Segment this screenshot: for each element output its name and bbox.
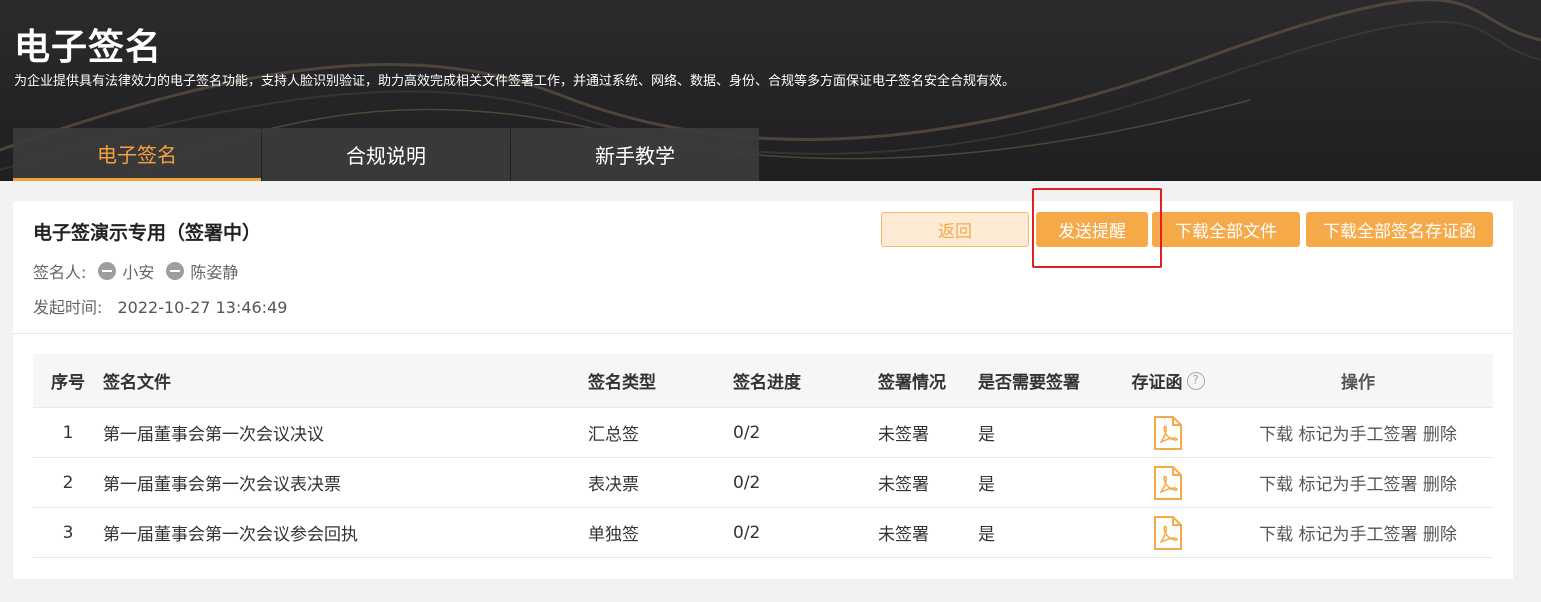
cell-no: 3	[62, 522, 74, 543]
tab-e-signature[interactable]: 电子签名	[13, 128, 261, 181]
cell-status: 未签署	[878, 475, 929, 495]
tab-bar: 电子签名 合规说明 新手教学	[13, 128, 760, 181]
divider	[13, 333, 1513, 334]
header-need-sign: 是否需要签署	[978, 373, 1080, 393]
header-status: 签署情况	[878, 373, 946, 393]
mark-manual-link[interactable]: 标记为手工签署	[1299, 475, 1418, 495]
pdf-file-icon[interactable]	[1153, 415, 1183, 450]
pdf-file-icon[interactable]	[1153, 465, 1183, 500]
cell-cert	[1113, 515, 1223, 550]
cell-type: 表决票	[588, 475, 639, 495]
document-card: 电子签演示专用（签署中） 签名人: 小安 陈姿静 发起时间: 2022-10-2…	[13, 188, 1513, 579]
signers-row: 签名人: 小安 陈姿静	[33, 259, 238, 283]
signers-label: 签名人:	[33, 263, 87, 282]
start-time-row: 发起时间: 2022-10-27 13:46:49	[33, 294, 287, 318]
cell-no: 2	[62, 472, 74, 493]
header-ops: 操作	[1341, 373, 1375, 393]
cell-status: 未签署	[878, 525, 929, 545]
signer-name: 小安	[122, 263, 155, 282]
page-title: 电子签名	[14, 27, 163, 68]
delete-link[interactable]: 删除	[1423, 525, 1457, 545]
cell-need-sign: 是	[978, 475, 995, 495]
header-progress: 签名进度	[733, 373, 801, 393]
question-circle-icon[interactable]: ?	[1186, 371, 1205, 390]
cell-need-sign: 是	[978, 525, 995, 545]
table-row: 3 第一届董事会第一次会议参会回执 单独签 0/2 未签署 是 下载 标记为手工…	[33, 508, 1493, 558]
cell-file: 第一届董事会第一次会议表决票	[103, 475, 341, 495]
cell-type: 汇总签	[588, 425, 639, 445]
header-cert-label: 存证函	[1131, 373, 1183, 393]
minus-circle-icon	[166, 262, 185, 280]
download-all-files-button[interactable]: 下载全部文件	[1152, 212, 1300, 247]
download-link[interactable]: 下载	[1259, 425, 1293, 445]
cell-ops: 下载 标记为手工签署 删除	[1223, 420, 1493, 445]
cell-ops: 下载 标记为手工签署 删除	[1223, 520, 1493, 545]
cell-no: 1	[62, 422, 74, 443]
table-header-row: 序号 签名文件 签名类型 签名进度 签署情况 是否需要签署 存证函 ? 操作	[33, 354, 1493, 408]
cell-file: 第一届董事会第一次会议参会回执	[103, 525, 358, 545]
signer-item: 小安	[98, 259, 154, 283]
delete-link[interactable]: 删除	[1423, 475, 1457, 495]
header-type: 签名类型	[588, 373, 656, 393]
download-link[interactable]: 下载	[1259, 525, 1293, 545]
download-link[interactable]: 下载	[1259, 475, 1293, 495]
cell-type: 单独签	[588, 525, 639, 545]
header-file: 签名文件	[103, 373, 171, 393]
document-title: 电子签演示专用（签署中）	[33, 222, 262, 244]
header-banner: 电子签名 为企业提供具有法律效力的电子签名功能，支持人脸识别验证，助力高效完成相…	[0, 0, 1541, 181]
start-time-label: 发起时间:	[33, 298, 103, 317]
minus-circle-icon	[98, 262, 117, 280]
mark-manual-link[interactable]: 标记为手工签署	[1299, 425, 1418, 445]
table-row: 1 第一届董事会第一次会议决议 汇总签 0/2 未签署 是 下载 标记为手工签署…	[33, 408, 1493, 458]
signer-name: 陈姿静	[190, 263, 239, 282]
tab-compliance[interactable]: 合规说明	[262, 128, 510, 181]
cell-cert	[1113, 465, 1223, 500]
back-button[interactable]: 返回	[881, 212, 1029, 247]
send-reminder-button[interactable]: 发送提醒	[1036, 212, 1148, 247]
tab-tutorial[interactable]: 新手教学	[511, 128, 759, 181]
table-row: 2 第一届董事会第一次会议表决票 表决票 0/2 未签署 是 下载 标记为手工签…	[33, 458, 1493, 508]
cell-progress: 0/2	[733, 422, 761, 443]
cell-status: 未签署	[878, 425, 929, 445]
cell-ops: 下载 标记为手工签署 删除	[1223, 470, 1493, 495]
header-cert: 存证函 ?	[1113, 368, 1223, 393]
start-time-value: 2022-10-27 13:46:49	[117, 298, 288, 317]
cell-file: 第一届董事会第一次会议决议	[103, 425, 324, 445]
cell-need-sign: 是	[978, 425, 995, 445]
cell-progress: 0/2	[733, 472, 761, 493]
pdf-file-icon[interactable]	[1153, 515, 1183, 550]
mark-manual-link[interactable]: 标记为手工签署	[1299, 525, 1418, 545]
files-table: 序号 签名文件 签名类型 签名进度 签署情况 是否需要签署 存证函 ? 操作 1…	[33, 354, 1493, 558]
header-no: 序号	[51, 373, 85, 393]
download-all-certs-button[interactable]: 下载全部签名存证函	[1306, 212, 1493, 247]
cell-progress: 0/2	[733, 522, 761, 543]
page-description: 为企业提供具有法律效力的电子签名功能，支持人脸识别验证，助力高效完成相关文件签署…	[14, 74, 1016, 89]
signer-item: 陈姿静	[166, 259, 238, 283]
delete-link[interactable]: 删除	[1423, 425, 1457, 445]
cell-cert	[1113, 415, 1223, 450]
